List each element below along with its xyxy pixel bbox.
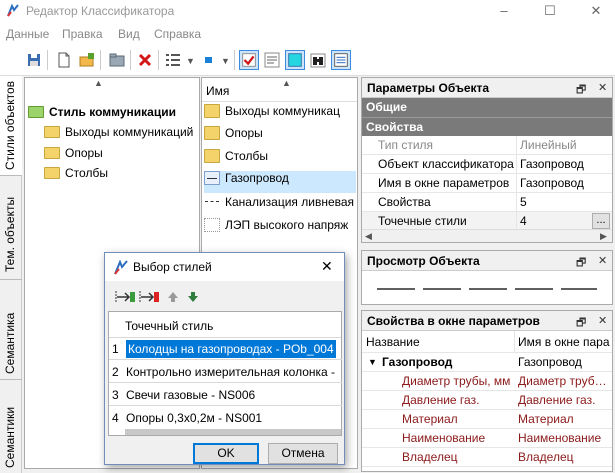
list-header[interactable]: Имя — [206, 84, 229, 98]
scroll-right-icon[interactable]: ▶ — [600, 231, 607, 242]
binoculars-icon[interactable] — [308, 50, 328, 70]
params-hscrollbar[interactable]: ◀ ▶ — [362, 229, 612, 242]
add-style-icon[interactable] — [115, 289, 137, 305]
param-row[interactable]: Тип стиля Линейный — [362, 136, 612, 155]
param-row[interactable]: Свойства 5 — [362, 193, 612, 212]
app-icon — [114, 260, 128, 275]
close-icon[interactable]: ✕ — [598, 314, 607, 327]
move-down-icon[interactable] — [185, 289, 201, 305]
list-item[interactable]: Столбы — [204, 149, 356, 171]
move-up-icon[interactable] — [165, 289, 181, 305]
params-title: Параметры Объекта — [362, 78, 612, 98]
style-select-dialog: Выбор стилей ✕ Точечный стиль 1 Колодцы … — [104, 252, 345, 465]
list-item[interactable]: ЛЭП высокого напряж — [204, 218, 356, 240]
pin-icon[interactable]: 🗗 — [576, 81, 586, 100]
menu-edit[interactable]: Правка — [62, 27, 103, 41]
text-tool-icon[interactable] — [262, 50, 282, 70]
properties-tool-icon[interactable] — [331, 50, 351, 70]
new-document-icon[interactable] — [54, 50, 74, 70]
fill-tool-icon[interactable] — [285, 50, 305, 70]
pin-icon[interactable]: 🗗 — [576, 254, 586, 273]
chevron-down-icon[interactable]: ▼ — [221, 56, 230, 66]
cancel-button[interactable]: Отмена — [268, 443, 338, 464]
param-row[interactable]: Имя в окне параметров Газопровод — [362, 174, 612, 193]
params-panel: Параметры Объекта 🗗 ✕ Общие Свойства Тип… — [361, 77, 613, 243]
props-row[interactable]: Давление газ. Давление газ. — [362, 391, 612, 410]
style-row[interactable]: 4 Опоры 0,3х0,2м - NS001 — [109, 407, 342, 429]
param-row[interactable]: Объект классификатора Газопровод — [362, 155, 612, 174]
dot-style-icon — [204, 218, 220, 232]
window-title: Редактор Классификатора — [26, 4, 175, 18]
props-row[interactable]: Диаметр трубы, мм Диаметр труб… — [362, 372, 612, 391]
close-button[interactable]: ✕ — [586, 2, 606, 20]
preview-title: Просмотр Объекта — [362, 251, 612, 271]
group-properties[interactable]: Свойства — [362, 117, 612, 136]
style-row[interactable]: 2 Контрольно измерительная колонка - — [109, 361, 342, 383]
chevron-down-icon[interactable]: ▼ — [186, 56, 195, 66]
folder-icon — [44, 125, 60, 138]
line-style-icon — [204, 171, 220, 185]
tree-item-pillars[interactable]: Столбы — [44, 166, 108, 180]
delete-icon[interactable] — [135, 50, 155, 70]
scroll-left-icon[interactable]: ◀ — [365, 231, 372, 242]
folder-icon — [44, 166, 60, 179]
dialog-title: Выбор стилей — [133, 260, 212, 274]
maximize-button[interactable]: ☐ — [540, 2, 560, 20]
tree-item-supports[interactable]: Опоры — [44, 146, 103, 160]
dash-style-icon — [204, 195, 220, 209]
style-list-header[interactable]: Точечный стиль — [125, 319, 213, 333]
close-icon[interactable]: ✕ — [598, 81, 607, 94]
group-general[interactable]: Общие — [362, 98, 612, 117]
menu-view[interactable]: Вид — [118, 27, 140, 41]
checkbox-tool-icon[interactable] — [239, 50, 259, 70]
tab-thematic-objects[interactable]: Тем. объекты — [0, 176, 22, 280]
tree-item-outlets[interactable]: Выходы коммуникаций — [44, 125, 197, 139]
collapse-icon[interactable]: ▼ — [368, 353, 377, 372]
tab-object-styles[interactable]: Стили объектов — [0, 76, 22, 176]
list-view-icon[interactable] — [163, 50, 183, 70]
dialog-hscrollbar[interactable] — [125, 429, 341, 435]
tab-semantics-2[interactable]: Семантики — [0, 380, 22, 473]
app-icon — [7, 4, 19, 17]
folder-up-icon[interactable] — [107, 50, 127, 70]
close-icon[interactable]: ✕ — [598, 254, 607, 267]
folder-icon — [204, 149, 220, 163]
ok-button[interactable]: OK — [193, 443, 259, 464]
tab-semantics[interactable]: Семантика — [0, 280, 22, 380]
save-icon[interactable] — [24, 50, 44, 70]
ellipsis-button[interactable]: ... — [592, 213, 610, 229]
color-icon[interactable] — [199, 50, 219, 70]
list-item[interactable]: Выходы коммуникац — [204, 104, 356, 126]
menu-data[interactable]: Данные — [6, 27, 49, 41]
new-folder-icon[interactable] — [77, 50, 97, 70]
scroll-up-icon[interactable]: ▲ — [282, 78, 291, 88]
preview-panel: Просмотр Объекта 🗗 ✕ — [361, 250, 613, 305]
props-title: Свойства в окне параметров — [362, 311, 612, 331]
props-row[interactable]: Материал Материал — [362, 410, 612, 429]
props-header-row: Название Имя в окне пара — [362, 331, 612, 353]
minimize-button[interactable]: – — [494, 2, 514, 20]
list-item-selected[interactable]: Газопровод — [204, 171, 356, 193]
list-item[interactable]: Канализация ливневая — [204, 195, 356, 217]
style-row[interactable]: 1 Колодцы на газопроводах - POb_004 — [109, 338, 342, 360]
remove-style-icon[interactable] — [139, 289, 161, 305]
line-preview — [377, 288, 597, 290]
props-panel: Свойства в окне параметров 🗗 ✕ Название … — [361, 310, 613, 472]
folder-icon — [204, 126, 220, 140]
menu-help[interactable]: Справка — [154, 27, 201, 41]
dialog-close-button[interactable]: ✕ — [321, 258, 333, 275]
folder-icon — [44, 146, 60, 159]
tree-root[interactable]: Стиль коммуникации — [28, 105, 176, 119]
list-item[interactable]: Опоры — [204, 126, 356, 148]
props-group-row[interactable]: ▼ Газопровод Газопровод — [362, 353, 612, 372]
scroll-up-icon[interactable]: ▲ — [94, 78, 103, 88]
folder-icon — [28, 105, 44, 118]
props-row[interactable]: Наименование Наименование — [362, 429, 612, 448]
folder-icon — [204, 104, 220, 118]
props-row[interactable]: Владелец Владелец — [362, 448, 612, 467]
style-row[interactable]: 3 Свечи газовые - NS006 — [109, 384, 342, 406]
